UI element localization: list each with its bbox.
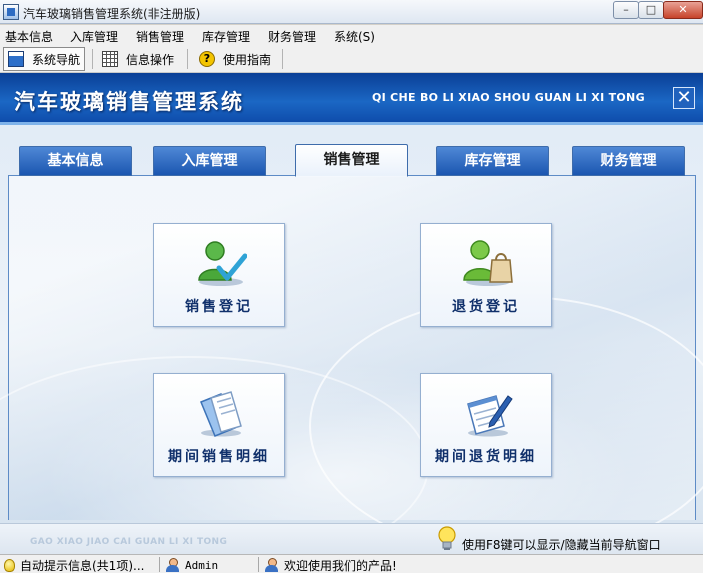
user-guide-button[interactable]: ? 使用指南: [195, 47, 275, 71]
close-nav-button[interactable]: ✕: [673, 87, 695, 109]
status-notice-text: 自动提示信息(共1项)...: [20, 558, 145, 573]
nav-footer: GAO XIAO JIAO CAI GUAN LI XI TONG 使用F8键可…: [0, 523, 703, 554]
banner-pinyin: QI CHE BO LI XIAO SHOU GUAN LI XI TONG: [372, 91, 645, 104]
menu-stock-in[interactable]: 入库管理: [70, 28, 118, 45]
status-bar: 自动提示信息(共1项)... Admin 欢迎使用我们的产品!: [0, 554, 703, 573]
user-icon: [264, 558, 278, 572]
user-bag-icon: [463, 240, 513, 286]
user-guide-label: 使用指南: [223, 52, 272, 67]
sales-register-label: 销售登记: [185, 299, 253, 315]
period-return-detail-label: 期间退货明细: [435, 449, 537, 465]
menu-bar: 基本信息 入库管理 销售管理 库存管理 财务管理 系统(S): [0, 25, 703, 45]
system-nav-button[interactable]: 系统导航: [3, 47, 86, 71]
tab-sales[interactable]: 销售管理: [295, 144, 408, 177]
maximize-button[interactable]: □: [638, 1, 664, 19]
status-welcome: 欢迎使用我们的产品!: [264, 557, 397, 573]
tab-stock-in[interactable]: 入库管理: [153, 146, 266, 176]
app-icon: [3, 4, 19, 20]
status-welcome-text: 欢迎使用我们的产品!: [284, 558, 397, 573]
info-operation-label: 信息操作: [126, 52, 175, 67]
status-separator: [258, 557, 259, 572]
navigation-panel: 汽车玻璃销售管理系统 QI CHE BO LI XIAO SHOU GUAN L…: [0, 73, 703, 523]
return-register-label: 退货登记: [452, 299, 520, 315]
title-bar: 汽车玻璃销售管理系统(非注册版) – □ ✕: [0, 0, 703, 24]
minimize-button[interactable]: –: [613, 1, 639, 19]
tab-basic-info[interactable]: 基本信息: [19, 146, 132, 176]
return-register-button[interactable]: 退货登记: [420, 223, 552, 327]
grid-icon: [102, 51, 118, 67]
help-icon: ?: [199, 51, 215, 67]
status-user: Admin: [165, 557, 218, 573]
sales-register-button[interactable]: 销售登记: [153, 223, 285, 327]
menu-system[interactable]: 系统(S): [334, 28, 375, 45]
monitor-icon: [8, 51, 24, 67]
tab-content: 销售登记 退货登记 期间销售明细 期间退货明细: [0, 176, 703, 523]
notepad-pen-icon: [467, 395, 513, 437]
tab-finance[interactable]: 财务管理: [572, 146, 685, 176]
window-title: 汽车玻璃销售管理系统(非注册版): [23, 7, 201, 21]
status-notice[interactable]: 自动提示信息(共1项)...: [4, 557, 144, 573]
toolbar-separator: [282, 49, 283, 69]
info-operation-button[interactable]: 信息操作: [98, 47, 178, 71]
banner: 汽车玻璃销售管理系统 QI CHE BO LI XIAO SHOU GUAN L…: [0, 73, 703, 125]
user-icon: [165, 558, 179, 572]
status-user-text: Admin: [185, 558, 219, 572]
toolbar-separator: [187, 49, 188, 69]
f8-tip: 使用F8键可以显示/隐藏当前导航窗口: [462, 538, 661, 552]
period-sales-detail-button[interactable]: 期间销售明细: [153, 373, 285, 477]
lightbulb-icon: [4, 558, 15, 572]
menu-sales[interactable]: 销售管理: [136, 28, 184, 45]
close-button[interactable]: ✕: [663, 1, 703, 19]
menu-basic-info[interactable]: 基本信息: [5, 28, 53, 45]
banner-title: 汽车玻璃销售管理系统: [14, 90, 244, 114]
status-separator: [159, 557, 160, 572]
menu-inventory[interactable]: 库存管理: [202, 28, 250, 45]
period-return-detail-button[interactable]: 期间退货明细: [420, 373, 552, 477]
toolbar: 系统导航 信息操作 ? 使用指南: [0, 45, 703, 73]
period-sales-detail-label: 期间销售明细: [168, 449, 270, 465]
toolbar-separator: [92, 49, 93, 69]
lightbulb-icon: [438, 526, 456, 550]
tab-inventory[interactable]: 库存管理: [436, 146, 549, 176]
footer-pinyin: GAO XIAO JIAO CAI GUAN LI XI TONG: [30, 537, 228, 547]
system-nav-label: 系统导航: [32, 52, 81, 67]
documents-icon: [200, 391, 242, 437]
menu-finance[interactable]: 财务管理: [268, 28, 316, 45]
user-check-icon: [198, 241, 247, 286]
